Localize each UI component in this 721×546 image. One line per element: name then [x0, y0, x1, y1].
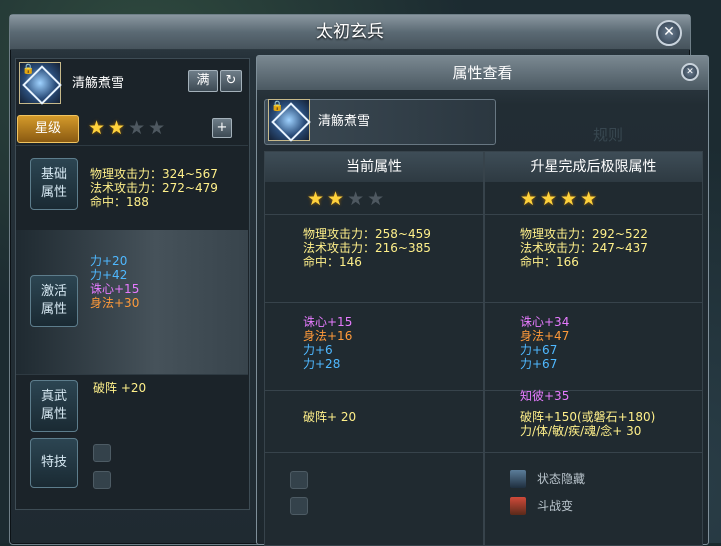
- skill-tab[interactable]: 特技: [30, 438, 78, 488]
- attr-line: 物理攻击力：324~567: [90, 167, 218, 181]
- refresh-icon[interactable]: ↻: [220, 70, 242, 92]
- current-active-lines: 诛心+15 身法+16 力+6 力+28: [303, 315, 352, 371]
- max-button[interactable]: 满: [188, 70, 218, 92]
- ghost-text: 规则: [593, 126, 624, 144]
- divider: [265, 390, 483, 391]
- attr-line: 命中：146: [303, 255, 362, 269]
- attr-line: 力+28: [303, 357, 341, 371]
- divider: [485, 390, 702, 391]
- base-attr-label-2: 属性: [40, 185, 67, 200]
- attr-line: 法术攻击力：247~437: [520, 241, 648, 255]
- attr-line: 身法+16: [303, 329, 353, 343]
- star-empty-icon: ★: [128, 117, 149, 139]
- attr-line: 力+6: [303, 343, 333, 357]
- active-attr-tab[interactable]: 激活 属性: [30, 275, 78, 327]
- active-attr-lines: 力+20 力+42 诛心+15 身法+30: [90, 254, 139, 310]
- star-empty-icon: ★: [148, 117, 169, 139]
- attr-line: 身法+30: [90, 296, 140, 310]
- base-attr-label-1: 基础: [40, 167, 67, 182]
- attr-line: 破阵+150(或磐石+180): [520, 410, 656, 424]
- star-filled-icon: ★: [580, 188, 601, 210]
- battle-change-icon: [510, 497, 526, 515]
- max-zhenwu: 破阵+150(或磐石+180) 力/体/敏/疾/魂/念+ 30: [520, 410, 655, 438]
- lock-icon: 🔒: [271, 101, 284, 112]
- attr-line: 身法+47: [520, 329, 570, 343]
- attr-line: 命中：166: [520, 255, 579, 269]
- divider: [485, 214, 702, 215]
- zhenwu-attr-tab[interactable]: 真武 属性: [30, 380, 78, 432]
- attr-line: 诛心+15: [90, 282, 140, 296]
- window-title: 太初玄兵: [10, 15, 690, 50]
- attr-line: 力+20: [90, 254, 128, 268]
- divider: [265, 452, 483, 453]
- star-filled-icon: ★: [520, 188, 541, 210]
- stealth-icon: [510, 470, 526, 488]
- current-attr-header: 当前属性: [265, 152, 483, 182]
- attr-line: 力+67: [520, 357, 558, 371]
- popup-close-icon[interactable]: ✕: [681, 63, 699, 81]
- skill-name: 斗战变: [537, 499, 574, 513]
- skill-slot-icon: [290, 497, 308, 515]
- attr-line: 法术攻击力：272~479: [90, 181, 218, 195]
- divider: [485, 452, 702, 453]
- star-filled-icon: ★: [560, 188, 581, 210]
- attr-line: 力+42: [90, 268, 128, 282]
- active-attr-label-1: 激活: [40, 284, 67, 299]
- attr-line: 命中：188: [90, 195, 149, 209]
- skill-slot-icon[interactable]: [93, 471, 111, 489]
- base-attr-lines: 物理攻击力：324~567 法术攻击力：272~479 命中：188: [90, 167, 218, 209]
- max-extra-line: 知彼+35: [520, 389, 570, 403]
- divider: [265, 302, 483, 303]
- max-base-lines: 物理攻击力：292~522 法术攻击力：247~437 命中：166: [520, 227, 648, 269]
- attr-line: 法术攻击力：216~385: [303, 241, 431, 255]
- popup-weapon-icon: 🔒: [268, 99, 310, 141]
- skill-slot-icon: [290, 471, 308, 489]
- star-empty-icon: ★: [367, 188, 388, 210]
- current-base-lines: 物理攻击力：258~459 法术攻击力：216~385 命中：146: [303, 227, 431, 269]
- skill-name: 状态隐藏: [537, 472, 586, 486]
- weapon-icon[interactable]: 🔒: [19, 62, 61, 104]
- item-name: 清觞煮雪: [72, 76, 125, 91]
- attr-line: 物理攻击力：292~522: [520, 227, 648, 241]
- divider: [485, 302, 702, 303]
- current-star-rating: ★★★★: [307, 188, 387, 210]
- max-attr-header: 升星完成后极限属性: [485, 152, 702, 182]
- skill-slot-icon[interactable]: [93, 444, 111, 462]
- zhenwu-label-1: 真武: [40, 389, 67, 404]
- current-zhenwu: 破阵+ 20: [303, 410, 357, 424]
- star-filled-icon: ★: [540, 188, 561, 210]
- star-level-label: 星级: [17, 115, 79, 143]
- star-filled-icon: ★: [88, 117, 109, 139]
- star-empty-icon: ★: [347, 188, 368, 210]
- attr-line: 物理攻击力：258~459: [303, 227, 431, 241]
- attr-line: 诛心+15: [303, 315, 353, 329]
- popup-title: 属性查看: [257, 56, 708, 91]
- add-star-button[interactable]: +: [212, 118, 232, 138]
- star-filled-icon: ★: [327, 188, 348, 210]
- base-attr-tab[interactable]: 基础 属性: [30, 158, 78, 210]
- attr-line: 力/体/敏/疾/魂/念+ 30: [520, 424, 642, 438]
- star-rating: ★★★★: [88, 117, 168, 139]
- zhenwu-label-2: 属性: [40, 407, 67, 422]
- star-filled-icon: ★: [108, 117, 129, 139]
- skill-label: 特技: [40, 455, 67, 470]
- max-active-lines: 诛心+34 身法+47 力+67 力+67: [520, 315, 569, 371]
- attr-line: 力+67: [520, 343, 558, 357]
- lock-icon: 🔒: [22, 64, 35, 75]
- zhenwu-value: 破阵 +20: [93, 381, 147, 395]
- close-icon[interactable]: ✕: [656, 20, 682, 46]
- popup-item-name: 清觞煮雪: [318, 114, 371, 129]
- active-attr-label-2: 属性: [40, 302, 67, 317]
- star-filled-icon: ★: [307, 188, 328, 210]
- attr-line: 诛心+34: [520, 315, 570, 329]
- max-star-rating: ★★★★: [520, 188, 600, 210]
- divider: [265, 214, 483, 215]
